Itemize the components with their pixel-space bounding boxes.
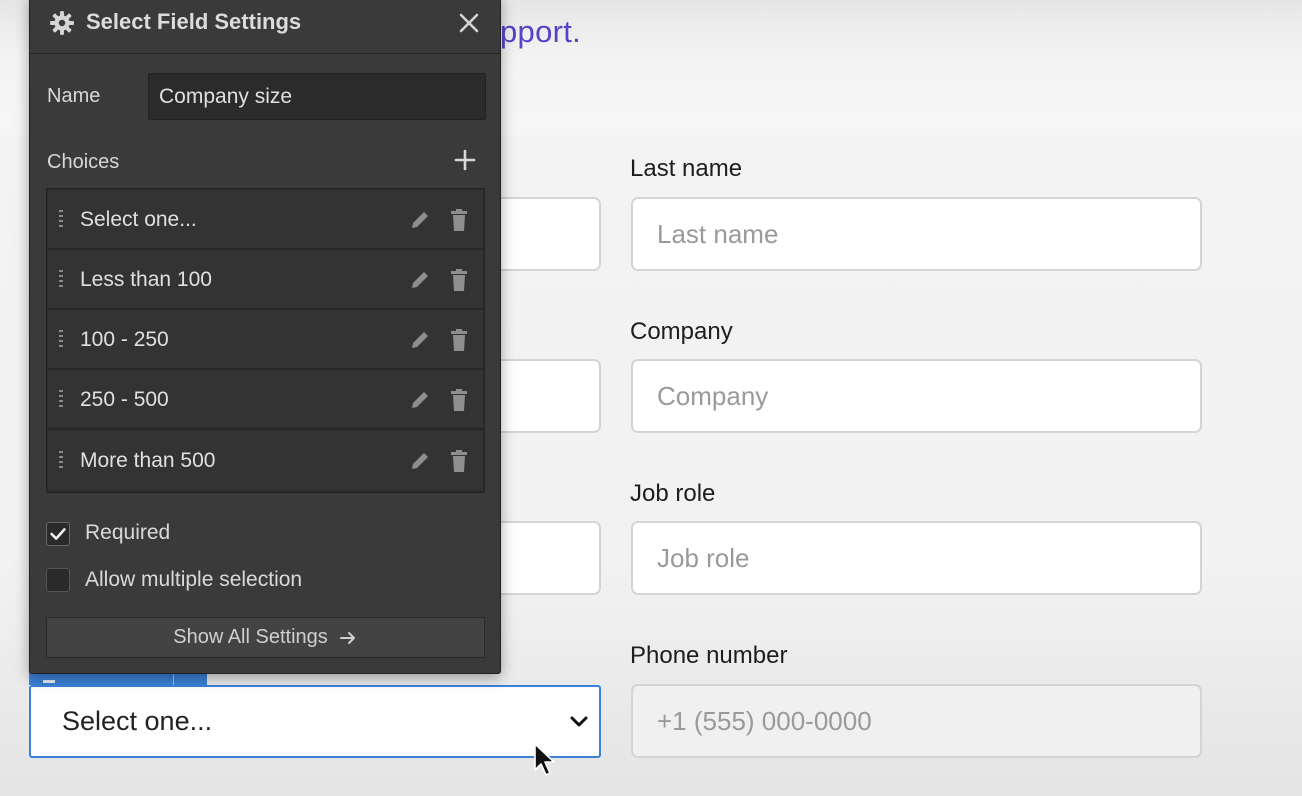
phone-number-label: Phone number <box>630 642 788 669</box>
checkmark-icon <box>50 528 66 540</box>
last-name-input[interactable]: Last name <box>631 197 1202 271</box>
choice-item[interactable]: Less than 100 <box>48 250 483 309</box>
gear-icon <box>50 11 74 35</box>
pencil-icon[interactable] <box>409 329 431 351</box>
cursor-icon <box>534 743 555 776</box>
drag-handle-icon[interactable] <box>57 269 65 291</box>
choice-item[interactable]: 250 - 500 <box>48 370 483 429</box>
pencil-icon[interactable] <box>409 269 431 291</box>
selected-element-tab-icon <box>43 680 55 683</box>
support-link[interactable]: pport. <box>500 14 581 50</box>
close-icon[interactable] <box>457 11 481 35</box>
panel-title: Select Field Settings <box>86 9 302 34</box>
name-label: Name <box>47 85 101 107</box>
company-size-select[interactable]: Select one... <box>29 685 601 758</box>
phone-number-input[interactable]: +1 (555) 000-0000 <box>631 684 1202 758</box>
chevron-down-icon <box>570 716 588 727</box>
company-input[interactable]: Company <box>631 359 1202 433</box>
choice-label: More than 500 <box>80 449 216 472</box>
show-all-settings-label: Show All Settings <box>173 626 328 648</box>
trash-icon[interactable] <box>449 449 469 473</box>
panel-header: Select Field Settings <box>30 0 500 54</box>
pencil-icon[interactable] <box>409 450 431 472</box>
drag-handle-icon[interactable] <box>57 450 65 472</box>
arrow-right-icon <box>339 631 355 644</box>
show-all-settings-button[interactable]: Show All Settings <box>46 617 485 658</box>
choices-label: Choices <box>47 151 120 173</box>
drag-handle-icon[interactable] <box>57 209 65 231</box>
job-role-input[interactable]: Job role <box>631 521 1202 595</box>
job-role-label: Job role <box>630 480 716 507</box>
trash-icon[interactable] <box>449 268 469 292</box>
drag-handle-icon[interactable] <box>57 329 65 351</box>
plus-icon[interactable] <box>454 149 476 171</box>
pencil-icon[interactable] <box>409 389 431 411</box>
company-label: Company <box>630 318 733 345</box>
allow-multiple-label: Allow multiple selection <box>85 568 303 591</box>
pencil-icon[interactable] <box>409 209 431 231</box>
trash-icon[interactable] <box>449 328 469 352</box>
choice-label: 250 - 500 <box>80 388 169 411</box>
name-field[interactable]: Company size <box>148 73 486 120</box>
trash-icon[interactable] <box>449 208 469 232</box>
choice-label: 100 - 250 <box>80 328 169 351</box>
choice-label: Select one... <box>80 208 197 231</box>
allow-multiple-checkbox[interactable] <box>46 568 70 592</box>
trash-icon[interactable] <box>449 388 469 412</box>
required-checkbox[interactable] <box>46 522 70 546</box>
select-value: Select one... <box>62 706 213 736</box>
choice-item[interactable]: Select one... <box>48 190 483 249</box>
choice-item[interactable]: More than 500 <box>48 431 483 490</box>
last-name-label: Last name <box>630 155 743 182</box>
choice-label: Less than 100 <box>80 268 212 291</box>
choices-list: Select one... Less than 100 100 - 250 25… <box>46 188 485 493</box>
select-field-settings-panel: Select Field Settings Name Company size … <box>29 0 501 674</box>
choice-item[interactable]: 100 - 250 <box>48 310 483 369</box>
drag-handle-icon[interactable] <box>57 389 65 411</box>
required-label: Required <box>85 521 171 544</box>
